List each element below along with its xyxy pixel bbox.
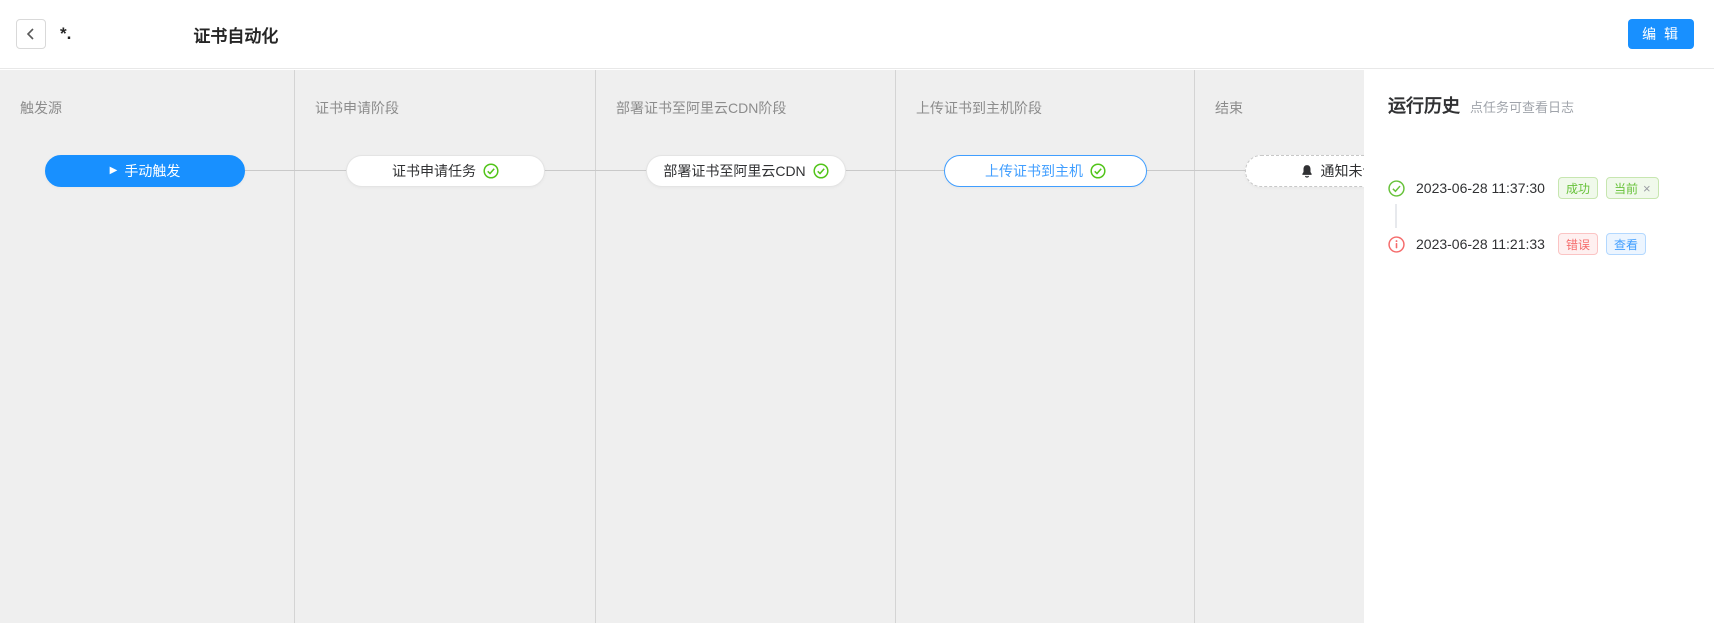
back-button[interactable] [16, 19, 46, 49]
workflow-board: 触发源 证书申请阶段 部署证书至阿里云CDN阶段 上传证书到主机阶段 结束 ▶ … [0, 70, 1714, 623]
bell-icon [1300, 164, 1314, 179]
column-trigger-source: 触发源 [0, 70, 295, 623]
column-label: 触发源 [0, 70, 294, 118]
node-manual-trigger[interactable]: ▶ 手动触发 [45, 155, 245, 187]
column-deploy-cdn-stage: 部署证书至阿里云CDN阶段 [596, 70, 896, 623]
node-label: 证书申请任务 [392, 161, 476, 181]
node-label: 上传证书到主机 [985, 161, 1083, 181]
timeline-connector [1395, 204, 1397, 228]
page-title-prefix: *. [60, 24, 71, 44]
history-entry-success[interactable]: 2023-06-28 11:37:30 成功 当前 × [1388, 176, 1659, 200]
check-circle-icon [483, 163, 499, 179]
run-timestamp: 2023-06-28 11:21:33 [1416, 236, 1550, 252]
run-history-header: 运行历史 点任务可查看日志 [1388, 92, 1574, 118]
redacted-domain-text [71, 23, 193, 45]
view-log-button[interactable]: 查看 [1606, 233, 1646, 255]
status-tag-error: 错误 [1558, 233, 1598, 255]
node-cert-apply-task[interactable]: 证书申请任务 [346, 155, 545, 187]
node-upload-host[interactable]: 上传证书到主机 [944, 155, 1147, 187]
chevron-left-icon [25, 28, 37, 40]
page-title-suffix: 证书自动化 [193, 22, 278, 47]
run-history-title: 运行历史 [1388, 92, 1460, 118]
run-history-panel: 运行历史 点任务可查看日志 2023-06-28 11:37:30 成功 当前 … [1364, 70, 1714, 623]
node-label: 部署证书至阿里云CDN [663, 161, 805, 181]
header-left: *. 证书自动化 [16, 19, 278, 49]
check-circle-icon [813, 163, 829, 179]
run-timestamp: 2023-06-28 11:37:30 [1416, 180, 1550, 196]
page-header: *. 证书自动化 编 辑 [0, 0, 1714, 69]
column-label: 部署证书至阿里云CDN阶段 [596, 70, 895, 118]
node-deploy-cdn[interactable]: 部署证书至阿里云CDN [646, 155, 846, 187]
history-entry-error[interactable]: 2023-06-28 11:21:33 错误 查看 [1388, 232, 1646, 256]
certificate-automation-page: *. 证书自动化 编 辑 触发源 证书申请阶段 部署证书至阿里云CDN阶段 上传… [0, 0, 1714, 623]
play-icon: ▶ [110, 166, 118, 176]
status-tag-success: 成功 [1558, 177, 1598, 199]
column-upload-host-stage: 上传证书到主机阶段 [896, 70, 1195, 623]
current-run-label: 当前 [1614, 180, 1638, 197]
page-title: *. 证书自动化 [60, 22, 278, 47]
column-label: 上传证书到主机阶段 [896, 70, 1194, 118]
success-check-icon [1388, 180, 1405, 197]
node-label: 手动触发 [124, 161, 180, 181]
run-history-subtitle: 点任务可查看日志 [1470, 97, 1574, 116]
current-run-tag[interactable]: 当前 × [1606, 177, 1659, 199]
check-circle-icon [1090, 163, 1106, 179]
error-info-icon [1388, 236, 1405, 253]
edit-button[interactable]: 编 辑 [1628, 19, 1694, 49]
column-cert-apply-stage: 证书申请阶段 [295, 70, 596, 623]
close-icon[interactable]: × [1643, 182, 1651, 195]
column-label: 证书申请阶段 [295, 70, 595, 118]
